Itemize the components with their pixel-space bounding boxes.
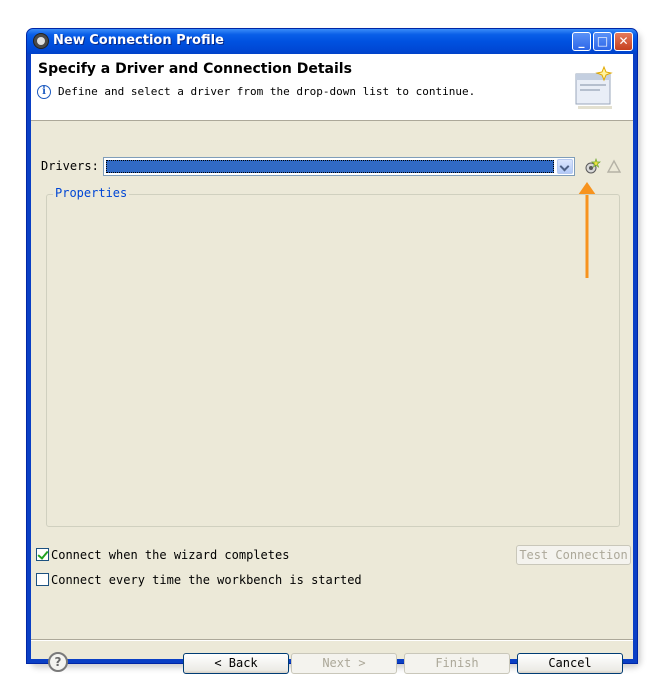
drivers-label: Drivers: — [41, 159, 99, 173]
help-icon[interactable]: ? — [48, 652, 68, 672]
test-connection-button[interactable]: Test Connection — [516, 545, 631, 565]
title-bar[interactable]: New Connection Profile _ □ ✕ — [27, 29, 637, 54]
banner-description: Define and select a driver from the drop… — [58, 85, 476, 98]
eclipse-icon — [33, 33, 49, 49]
properties-group — [46, 194, 620, 527]
footer-separator — [31, 639, 633, 641]
wizard-banner-icon — [575, 65, 613, 109]
properties-legend: Properties — [53, 186, 130, 200]
dialog-body: Specify a Driver and Connection Details … — [31, 54, 633, 674]
edit-driver-icon[interactable] — [606, 157, 622, 175]
new-driver-icon[interactable] — [584, 157, 601, 175]
drivers-dropdown[interactable] — [103, 157, 575, 176]
close-button[interactable]: ✕ — [614, 32, 633, 51]
next-button[interactable]: Next > — [291, 653, 397, 674]
back-button[interactable]: < Back — [183, 653, 289, 674]
connect-every-time-label[interactable]: Connect every time the workbench is star… — [51, 573, 362, 587]
connect-on-complete-label[interactable]: Connect when the wizard completes — [51, 548, 289, 562]
info-icon: i — [37, 85, 51, 99]
connect-every-time-checkbox[interactable] — [36, 573, 49, 586]
finish-button[interactable]: Finish — [404, 653, 510, 674]
minimize-button[interactable]: _ — [572, 32, 591, 51]
connect-on-complete-checkbox[interactable] — [36, 548, 49, 561]
banner-title: Specify a Driver and Connection Details — [38, 61, 352, 77]
drivers-selected-value — [106, 160, 554, 173]
dialog-window: New Connection Profile _ □ ✕ Specify a D… — [26, 28, 638, 674]
maximize-button[interactable]: □ — [593, 32, 612, 51]
chevron-down-icon[interactable] — [557, 159, 573, 174]
cancel-button[interactable]: Cancel — [517, 653, 623, 674]
wizard-banner: Specify a Driver and Connection Details … — [31, 54, 633, 121]
window-title: New Connection Profile — [53, 33, 224, 48]
